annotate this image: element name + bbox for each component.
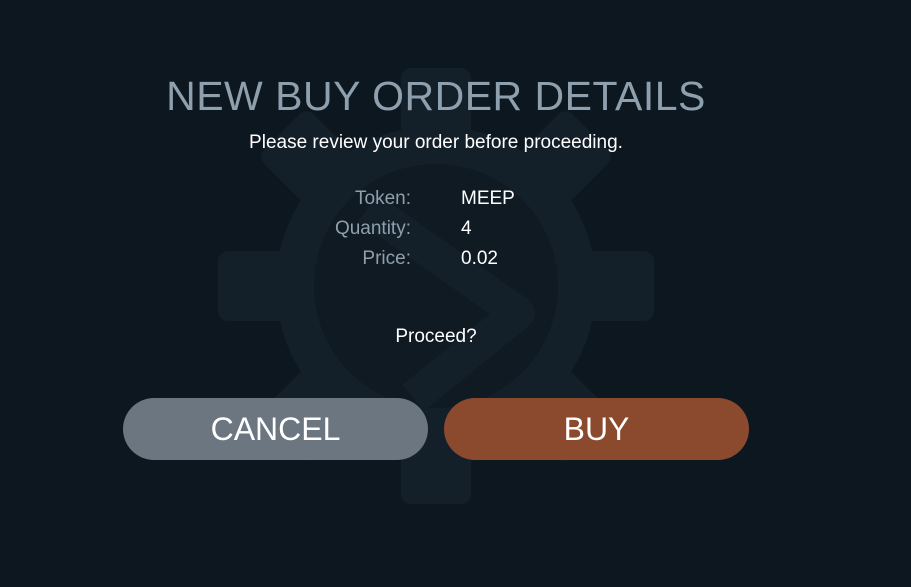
order-confirmation-screen: NEW BUY ORDER DETAILS Please review your… — [0, 0, 911, 587]
price-label: Price: — [362, 248, 411, 269]
detail-row-token: Token: MEEP — [0, 186, 911, 216]
quantity-value: 4 — [461, 218, 472, 239]
cancel-button[interactable]: CANCEL — [123, 398, 428, 460]
order-details: Token: MEEP Quantity: 4 Price: 0.02 — [0, 186, 911, 276]
detail-row-quantity: Quantity: 4 — [0, 216, 911, 246]
proceed-prompt: Proceed? — [395, 326, 477, 347]
detail-row-price: Price: 0.02 — [0, 246, 911, 276]
buy-button[interactable]: BUY — [444, 398, 749, 460]
token-label: Token: — [355, 188, 411, 209]
token-value: MEEP — [461, 188, 515, 209]
dialog-subtitle: Please review your order before proceedi… — [249, 132, 623, 153]
quantity-label: Quantity: — [334, 218, 411, 239]
price-value: 0.02 — [461, 248, 498, 269]
dialog-title: NEW BUY ORDER DETAILS — [166, 73, 706, 119]
